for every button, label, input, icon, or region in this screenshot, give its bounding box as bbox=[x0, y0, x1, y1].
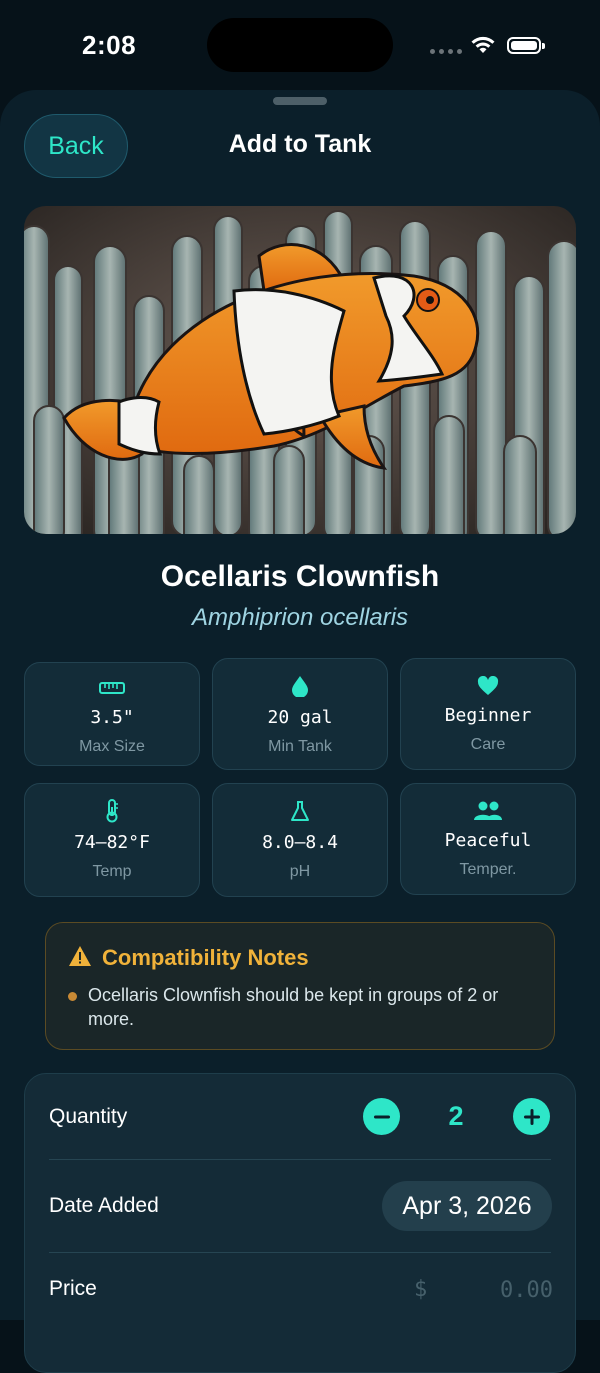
stat-value: 3.5" bbox=[90, 707, 134, 728]
quantity-label: Quantity bbox=[49, 1105, 128, 1128]
battery-icon bbox=[507, 37, 545, 54]
quantity-value: 2 bbox=[448, 1101, 464, 1131]
stat-label: Care bbox=[470, 736, 506, 753]
water-drop-icon bbox=[291, 675, 309, 697]
species-scientific-name: Amphiprion ocellaris bbox=[191, 604, 409, 631]
stat-ph: 8.0–8.4 pH bbox=[212, 783, 388, 897]
flask-icon bbox=[289, 800, 311, 822]
tank-entry-form: Quantity 2 Date Added Apr 3, 2026 Price … bbox=[24, 1073, 576, 1373]
group-icon bbox=[473, 800, 503, 822]
status-time: 2:08 bbox=[82, 30, 137, 60]
increment-button[interactable] bbox=[513, 1098, 550, 1135]
wifi-icon bbox=[471, 36, 495, 53]
minus-icon bbox=[373, 1115, 390, 1118]
compatibility-note: Ocellaris Clownfish should be kept in gr… bbox=[88, 985, 499, 1029]
warning-icon bbox=[69, 946, 91, 966]
stat-max-size: 3.5" Max Size bbox=[24, 662, 200, 766]
cellular-signal-icon bbox=[430, 49, 462, 54]
species-common-name: Ocellaris Clownfish bbox=[160, 560, 440, 593]
stat-temp: 74–82°F Temp bbox=[24, 783, 200, 897]
stat-label: Min Tank bbox=[268, 738, 332, 755]
divider bbox=[49, 1159, 551, 1160]
currency-symbol: $ bbox=[414, 1277, 428, 1302]
decrement-button[interactable] bbox=[363, 1098, 400, 1135]
thermometer-icon bbox=[105, 799, 119, 823]
compatibility-notes: Compatibility Notes Ocellaris Clownfish … bbox=[45, 922, 555, 1050]
stat-label: Temp bbox=[92, 863, 132, 880]
stat-care: Beginner Care bbox=[400, 658, 576, 770]
stat-value: 74–82°F bbox=[74, 832, 150, 853]
stat-label: Temper. bbox=[459, 861, 517, 878]
plus-icon bbox=[523, 1108, 540, 1125]
date-added-label: Date Added bbox=[49, 1194, 159, 1217]
price-input[interactable] bbox=[455, 1274, 553, 1306]
stat-value: Beginner bbox=[444, 705, 532, 726]
stat-value: 20 gal bbox=[267, 707, 333, 728]
ruler-icon bbox=[99, 677, 125, 699]
date-picker[interactable]: Apr 3, 2026 bbox=[382, 1181, 552, 1231]
stat-value: Peaceful bbox=[444, 830, 532, 851]
heart-icon bbox=[477, 675, 499, 697]
page-title: Add to Tank bbox=[228, 130, 372, 158]
price-label: Price bbox=[49, 1277, 97, 1300]
stat-min-tank: 20 gal Min Tank bbox=[212, 658, 388, 770]
add-to-tank-sheet: Back Add to Tank Ocellaris Clownfish Amp… bbox=[0, 90, 600, 1373]
compatibility-title: Compatibility Notes bbox=[102, 945, 309, 970]
stat-temperament: Peaceful Temper. bbox=[400, 783, 576, 895]
stat-label: Max Size bbox=[79, 738, 145, 755]
status-bar: 2:08 bbox=[0, 0, 600, 90]
dynamic-island bbox=[207, 18, 393, 72]
species-photo bbox=[24, 206, 576, 534]
sheet-grabber[interactable] bbox=[273, 97, 327, 105]
bullet-icon bbox=[68, 992, 77, 1001]
stat-value: 8.0–8.4 bbox=[262, 832, 338, 853]
divider bbox=[49, 1252, 551, 1253]
stat-label: pH bbox=[289, 863, 311, 880]
